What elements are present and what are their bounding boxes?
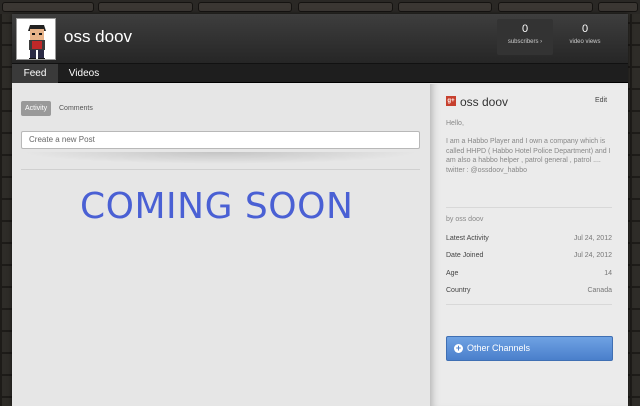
detail-date-joined: Date Joined Jul 24, 2012 <box>446 252 612 259</box>
detail-value: Jul 24, 2012 <box>573 235 612 242</box>
avatar-figure-icon <box>17 19 55 59</box>
subscribers-label: subscribers › <box>507 39 543 45</box>
bio-text: I am a Habbo Player and I own a company … <box>446 138 611 174</box>
plus-circle-icon: + <box>454 343 463 353</box>
detail-value: Jul 24, 2012 <box>573 252 612 259</box>
top-brick-strip <box>0 0 640 14</box>
channel-tabs: Feed Videos <box>12 64 628 83</box>
subtab-comments[interactable]: Comments <box>55 101 97 116</box>
detail-age: Age 14 <box>446 270 612 277</box>
feed-panel: Activity Comments Create a new Post COMI… <box>12 84 430 406</box>
views-count: 0 <box>581 23 589 35</box>
google-plus-icon[interactable]: g+ <box>446 96 456 106</box>
sidebar-channel-name: oss doov <box>460 95 509 109</box>
views-label: video views <box>569 39 601 45</box>
profile-sidebar: g+ oss doov Edit Hello, I am a Habbo Pla… <box>430 84 628 406</box>
detail-value: Canada <box>587 287 612 294</box>
byline: by oss doov <box>446 216 484 223</box>
channel-title: oss doov <box>64 27 133 46</box>
subtab-activity[interactable]: Activity <box>21 101 52 116</box>
other-channels-button[interactable]: + Other Channels <box>446 336 613 361</box>
coming-soon-banner: COMING SOON <box>80 186 354 227</box>
channel-header: oss doov 0 subscribers › 0 video views <box>12 14 628 64</box>
subscribers-stat[interactable]: 0 subscribers › <box>497 19 553 55</box>
tab-videos[interactable]: Videos <box>64 64 104 83</box>
new-post-input[interactable]: Create a new Post <box>21 131 420 149</box>
detail-value: 14 <box>604 270 612 277</box>
detail-label: Country <box>446 287 471 294</box>
bio-greeting: Hello, <box>446 120 464 127</box>
detail-label: Latest Activity <box>446 235 489 242</box>
subscribers-count: 0 <box>521 23 529 35</box>
avatar[interactable] <box>16 18 56 60</box>
feed-divider <box>21 169 420 170</box>
channel-page: oss doov 0 subscribers › 0 video views F… <box>12 14 628 406</box>
edit-link[interactable]: Edit <box>595 97 607 104</box>
detail-label: Date Joined <box>446 252 484 259</box>
detail-country: Country Canada <box>446 287 612 294</box>
other-channels-label: Other Channels <box>467 343 531 353</box>
tab-feed[interactable]: Feed <box>12 64 58 83</box>
channel-description: Hello, I am a Habbo Player and I own a c… <box>446 119 618 175</box>
detail-latest-activity: Latest Activity Jul 24, 2012 <box>446 235 612 242</box>
detail-label: Age <box>446 270 459 277</box>
sidebar-divider <box>446 207 612 208</box>
sidebar-divider <box>446 304 612 305</box>
input-shadow <box>21 152 420 164</box>
views-stat: 0 video views <box>557 19 613 55</box>
